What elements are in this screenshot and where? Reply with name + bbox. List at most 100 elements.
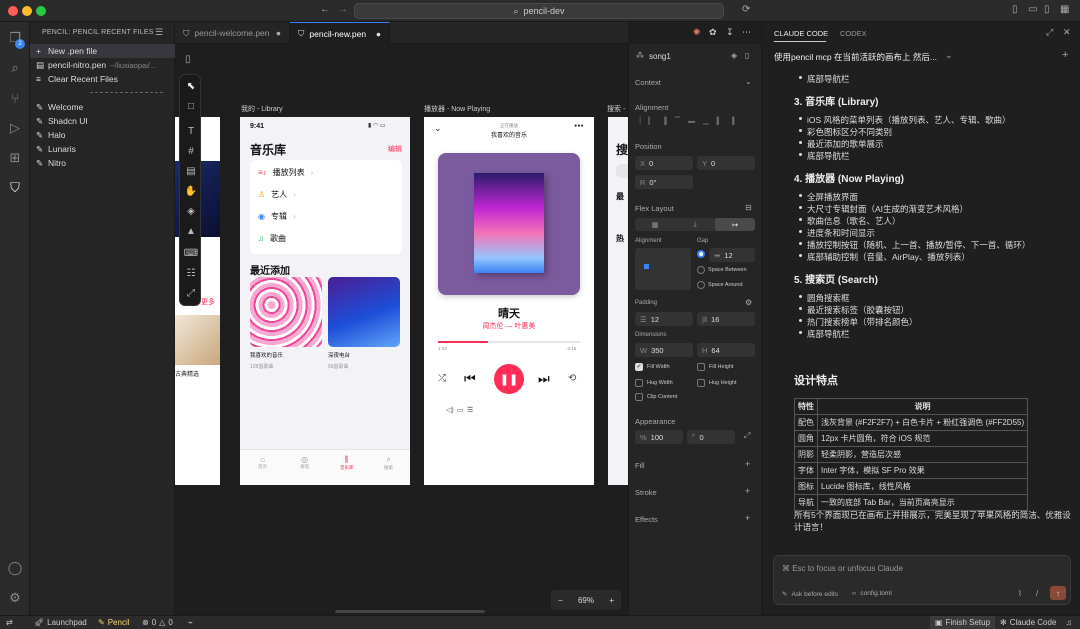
space-between-radio[interactable] [697,266,705,274]
back-arrow-icon[interactable]: ← [320,4,330,15]
copilot-icon[interactable]: ⟳ [742,4,750,15]
menu-item-playlist[interactable]: ≡♪ 播放列表 › [258,167,394,178]
component-link-icon[interactable]: ◈ [731,51,737,60]
tab-claude-code[interactable]: CLAUDE CODE [774,29,828,38]
space-around-radio[interactable] [697,281,705,289]
tab-search[interactable]: ⌕ 搜索 [384,455,393,471]
claude-spark-icon[interactable]: ✺ [693,27,701,38]
account-icon[interactable]: ◯ [7,560,23,576]
rotation-input[interactable]: R 0° [635,175,693,189]
attach-icon[interactable]: ⌇ [1018,589,1022,598]
horizontal-scrollbar[interactable] [335,610,485,613]
fullscreen-icon[interactable]: ⤢ [183,285,199,301]
y-input[interactable]: Y0 [697,156,755,170]
alignment-grid[interactable] [635,248,691,290]
hug-height-checkbox[interactable]: Hug Height [697,379,737,387]
frame-now-playing[interactable]: ⌄ 正在播放 我喜欢的音乐 ⋯ 晴天 周杰伦 — 叶惠美 1:24 -3:15 … [424,117,594,485]
ports-icon[interactable]: ⌁ [188,618,193,627]
theme-item-halo[interactable]: ✎ Halo [30,128,175,142]
more-link[interactable]: 更多 [201,297,215,307]
zoom-out-button[interactable]: − [558,596,563,605]
compare-icon[interactable]: ↧ [726,27,734,38]
menu-item-albums[interactable]: ◉ 专辑 › [258,211,394,222]
zoom-window-button[interactable] [36,6,46,16]
unsaved-dot-icon[interactable]: ● [276,28,281,38]
height-input[interactable]: H 64 [697,343,755,357]
openai-icon[interactable]: ✿ [709,27,717,38]
text-tool-icon[interactable]: T [183,123,199,139]
source-control-icon[interactable]: ⑂ [7,90,23,106]
x-input[interactable]: X0 [635,156,693,170]
notifications-bell-icon[interactable]: ♫ [1066,618,1072,627]
prompt-box[interactable]: ⌘ Esc to focus or unfocus Claude ✎ Ask be… [773,555,1071,605]
image-tool-icon[interactable]: ▲ [183,223,199,239]
design-canvas[interactable]: 更多 古典精选 我的 - Library 播放器 - Now Playing 搜… [175,44,628,615]
menu-item-songs[interactable]: ♫ 歌曲 [258,233,394,244]
tab-pencil-new[interactable]: ⛉ pencil-new.pen ● [290,22,390,44]
play-pause-button[interactable]: ❚❚ [494,364,524,394]
command-search-box[interactable]: ⌕ pencil-dev [354,3,724,19]
previous-icon[interactable]: ⏮ [464,371,476,387]
settings-gear-icon[interactable]: ⚙ [7,590,23,606]
theme-item-lunaris[interactable]: ✎ Lunaris [30,142,175,156]
radio-card-cover[interactable] [328,277,400,347]
layout-toggle-icon[interactable]: ⊟ [745,203,752,212]
sticky-note-icon[interactable]: ▤ [183,163,199,179]
finish-setup-button[interactable]: ▣ Finish Setup [930,616,996,629]
pencil-extension-icon[interactable]: ⛉ [7,180,23,196]
panel-toggle-icon[interactable]: ▯ [745,51,749,60]
edit-button[interactable]: 编辑 [388,144,402,154]
problems-item[interactable]: ⊗ 0 △ 0 [142,618,173,627]
tab-library[interactable]: ⫼ 音乐库 [340,455,354,471]
expand-corners-icon[interactable]: ⤢ [744,431,750,441]
theme-item-welcome[interactable]: ✎ Welcome [30,100,175,114]
maximize-icon[interactable]: ⤢ [1046,27,1053,38]
tab-codex[interactable]: CODEX [840,29,867,38]
padding-vertical-input[interactable]: ☰ 12 [635,312,693,326]
corner-radius-input[interactable]: ⌜ 0 [687,430,735,444]
frame-library[interactable]: 9:41 ▮ ◠ ▭ 音乐库 编辑 ≡♪ 播放列表 › ♙ 艺人 › ◉ 专辑 › ♫ 歌曲 … [240,117,410,485]
extensions-icon[interactable]: ⊞ [7,150,23,166]
shuffle-icon[interactable]: ⤮ [438,373,446,384]
forward-arrow-icon[interactable]: → [338,4,348,15]
frame-search-partial[interactable]: 搜 最 热 [608,117,628,485]
hug-width-checkbox[interactable]: Hug Width [635,379,673,387]
more-icon[interactable]: ⋯ [574,121,584,132]
add-stroke-icon[interactable]: + [745,486,750,496]
padding-settings-icon[interactable]: ⚙ [745,298,752,307]
new-session-icon[interactable]: + [1062,49,1068,61]
frame-tool-icon[interactable]: # [183,143,199,159]
tab-pencil-welcome[interactable]: ⛉ pencil-welcome.pen ● [175,22,290,44]
grid-layout-icon[interactable]: ▦ [635,218,675,231]
theme-item-nitro[interactable]: ✎ Nitro [30,156,175,170]
fill-width-checkbox[interactable]: ✓ Fill Width [635,363,670,371]
theme-item-shadcn[interactable]: ✎ Shadcn UI [30,114,175,128]
playlist-card-cover[interactable] [250,277,322,347]
more-actions-icon[interactable]: ⋯ [742,27,751,38]
rectangle-tool-icon[interactable]: □ [183,98,199,114]
queue-list-icon[interactable]: ☰ [467,406,473,414]
keyboard-icon[interactable]: ⌨ [183,245,199,261]
add-effect-icon[interactable]: + [745,513,750,523]
vertical-layout-icon[interactable]: ⤓ [675,218,715,231]
opacity-input[interactable]: % 100 [635,430,683,444]
clear-recent-files-item[interactable]: ≡ Clear Recent Files [30,72,175,86]
close-icon[interactable]: ✕ [1063,27,1071,38]
ask-before-edits-toggle[interactable]: ✎ Ask before edits [782,590,838,599]
toggle-layers-icon[interactable]: ▯ [185,54,191,65]
volume-icon[interactable]: ◁) [446,406,454,414]
close-window-button[interactable] [8,6,18,16]
flex-direction-toggle[interactable]: ▦ ⤓ ↦ [635,218,755,231]
adjust-settings-icon[interactable]: ☷ [183,265,199,281]
zoom-in-button[interactable]: + [609,596,614,605]
menu-item-artists[interactable]: ♙ 艺人 › [258,189,394,200]
clip-content-checkbox[interactable]: Clip Content [635,393,677,401]
horizontal-layout-icon[interactable]: ↦ [715,218,755,231]
hand-tool-icon[interactable]: ✋ [183,183,199,199]
progress-track[interactable] [438,341,580,343]
sidebar-menu-icon[interactable]: ☰ [155,27,163,38]
toggle-panel-icon[interactable]: ▭ [1028,4,1037,15]
next-icon[interactable]: ⏭ [538,371,550,387]
width-input[interactable]: W 350 [635,343,693,357]
chevron-down-icon[interactable]: ⌄ [745,77,752,86]
